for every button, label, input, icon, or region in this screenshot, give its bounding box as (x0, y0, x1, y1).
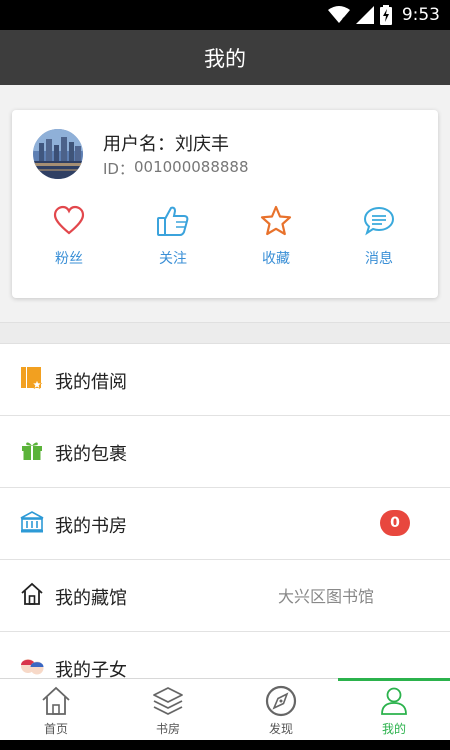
selected-library: 大兴区图书馆 (278, 587, 375, 606)
menu-item-package[interactable]: 我的包裹 (0, 416, 450, 488)
stat-favorites[interactable]: 收藏 (236, 204, 316, 274)
nav-discover[interactable]: 发现 (225, 679, 337, 741)
system-nav-edge (0, 740, 450, 750)
profile-stats: 粉丝 关注 收藏 消息 (12, 204, 438, 274)
menu-item-label: 我的书房 (55, 516, 127, 537)
user-id-label: ID： (103, 160, 134, 178)
status-time: 9:53 (401, 5, 440, 25)
nav-label: 书房 (155, 722, 180, 736)
status-bar: 9:53 (0, 0, 450, 30)
avatar-image (33, 129, 83, 179)
stat-label: 消息 (365, 251, 393, 267)
bottom-nav: 首页 书房 发现 我的 (0, 678, 450, 740)
username-row: 用户名： 刘庆丰 (103, 130, 229, 156)
stat-followers[interactable]: 粉丝 (29, 204, 109, 274)
stat-label: 关注 (159, 251, 187, 267)
children-icon (21, 659, 44, 675)
home-icon (21, 582, 43, 605)
layers-icon (153, 687, 183, 715)
nav-me[interactable]: 我的 (338, 678, 450, 741)
battery-charging-icon (379, 5, 392, 25)
page-title: 我的 (204, 46, 246, 71)
menu-item-label: 我的子女 (55, 660, 127, 680)
library-icon (20, 511, 44, 533)
menu-item-study[interactable]: 我的书房 0 (0, 488, 450, 560)
stat-messages[interactable]: 消息 (339, 204, 419, 274)
stat-label: 收藏 (262, 251, 290, 267)
user-id-value: 001000088888 (133, 158, 249, 176)
nav-label: 我的 (381, 722, 406, 736)
nav-home[interactable]: 首页 (0, 679, 112, 741)
book-borrow-icon (21, 367, 43, 390)
profile-card: 用户名： 刘庆丰 ID： 001000088888 粉丝 关注 收藏 消息 (12, 110, 438, 298)
stat-label: 粉丝 (55, 251, 83, 267)
menu-item-borrow[interactable]: 我的借阅 (0, 344, 450, 416)
stat-following[interactable]: 关注 (133, 204, 213, 274)
heart-icon (53, 205, 85, 235)
star-icon (260, 205, 292, 236)
section-divider (0, 322, 450, 344)
menu-item-children[interactable]: 我的子女 (0, 632, 450, 680)
menu-item-label: 我的包裹 (55, 444, 127, 465)
home-outline-icon (42, 686, 70, 715)
thumbs-up-icon (157, 206, 189, 236)
wifi-icon (327, 6, 350, 24)
menu-item-label: 我的藏馆 (55, 588, 127, 609)
nav-study[interactable]: 书房 (112, 679, 224, 741)
status-icons: 9:53 (327, 4, 440, 26)
nav-label: 发现 (268, 722, 293, 736)
signal-icon (355, 6, 374, 24)
nav-label: 首页 (43, 722, 68, 736)
compass-icon (265, 685, 297, 717)
title-bar: 我的 (0, 30, 450, 85)
avatar[interactable] (33, 129, 83, 179)
gift-icon (22, 442, 42, 460)
menu-item-collection[interactable]: 我的藏馆 大兴区图书馆 (0, 560, 450, 632)
active-tab-indicator (338, 678, 450, 681)
notification-badge: 0 (380, 510, 410, 536)
menu-list: 我的借阅 我的包裹 我的书房 0 我的藏馆 大兴区图书馆 我的子女 (0, 344, 450, 680)
username-label: 用户名： (103, 134, 175, 155)
user-id-row: ID： 001000088888 (103, 158, 249, 179)
message-icon (363, 206, 395, 236)
menu-item-label: 我的借阅 (55, 372, 127, 393)
username-value: 刘庆丰 (175, 134, 229, 155)
user-icon (381, 687, 407, 715)
